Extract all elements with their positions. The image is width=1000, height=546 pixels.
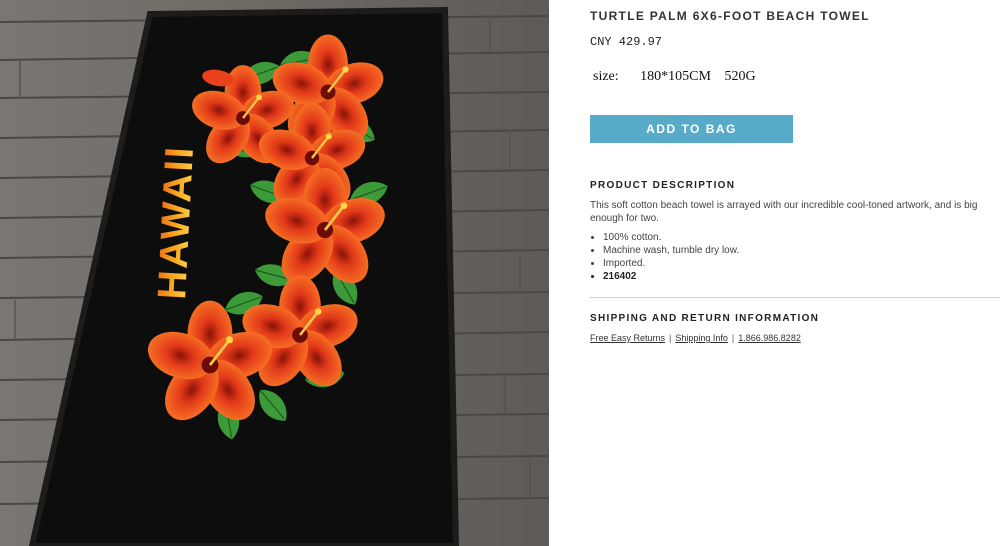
bullet-origin: Imported. <box>603 257 739 270</box>
towel-text: HAWAII <box>150 144 202 300</box>
bullet-care: Machine wash, tumble dry low. <box>603 244 739 257</box>
add-to-bag-button[interactable]: ADD TO BAG <box>590 115 793 143</box>
description-heading: PRODUCT DESCRIPTION <box>590 180 736 191</box>
link-separator: | <box>669 333 672 343</box>
product-info: TURTLE PALM 6X6-FOOT BEACH TOWEL CNY 429… <box>590 0 1000 546</box>
size-label: size: <box>593 69 619 84</box>
product-title: TURTLE PALM 6X6-FOOT BEACH TOWEL <box>590 9 870 23</box>
product-price: CNY 429.97 <box>590 35 663 49</box>
divider <box>590 297 1000 298</box>
size-dimensions: 180*105CM <box>640 69 711 84</box>
shipping-links: Free Easy Returns | Shipping Info | 1.866.98… <box>590 333 801 343</box>
product-image: HAWAII <box>0 0 549 546</box>
product-size: size: 180*105CM 520G <box>593 69 756 85</box>
towel-photo: HAWAII <box>0 0 549 546</box>
free-returns-link[interactable]: Free Easy Returns <box>590 333 665 343</box>
description-text: This soft cotton beach towel is arrayed … <box>590 200 978 224</box>
description-bullets: 100% cotton. Machine wash, tumble dry lo… <box>590 231 739 283</box>
phone-link[interactable]: 1.866.986.8282 <box>738 333 801 343</box>
size-weight: 520G <box>724 69 756 84</box>
bullet-material: 100% cotton. <box>603 231 739 244</box>
bullet-sku: 216402 <box>603 270 739 283</box>
link-separator: | <box>731 333 735 343</box>
shipping-heading: SHIPPING AND RETURN INFORMATION <box>590 313 820 324</box>
shipping-info-link[interactable]: Shipping Info <box>675 333 728 343</box>
